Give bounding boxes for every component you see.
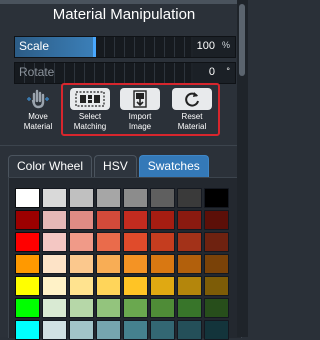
section-divider [0, 145, 248, 146]
swatch-cell[interactable] [15, 276, 40, 296]
swatch-cell[interactable] [123, 188, 148, 208]
swatch-cell[interactable] [42, 320, 67, 340]
rotate-value-field[interactable]: 0 ° [193, 63, 235, 83]
swatch-cell[interactable] [150, 188, 175, 208]
swatch-cell[interactable] [69, 254, 94, 274]
swatch-cell[interactable] [177, 276, 202, 296]
swatch-cell[interactable] [69, 210, 94, 230]
swatch-cell[interactable] [69, 320, 94, 340]
swatch-cell[interactable] [123, 232, 148, 252]
swatch-cell[interactable] [150, 210, 175, 230]
scale-value: 100 [196, 40, 215, 52]
swatch-cell[interactable] [150, 298, 175, 318]
scale-unit: % [221, 40, 230, 50]
swatch-cell[interactable] [42, 254, 67, 274]
swatch-cell[interactable] [177, 320, 202, 340]
swatch-cell[interactable] [15, 188, 40, 208]
swatch-cell[interactable] [15, 232, 40, 252]
scale-value-field[interactable]: 100 % [193, 37, 235, 57]
swatch-cell[interactable] [123, 320, 148, 340]
swatch-cell[interactable] [96, 210, 121, 230]
swatch-cell[interactable] [150, 320, 175, 340]
move-material-label-l2: Material [23, 122, 53, 131]
swatch-cell[interactable] [96, 276, 121, 296]
swatch-cell[interactable] [96, 254, 121, 274]
move-material-label: Move Material [13, 112, 63, 132]
swatch-cell[interactable] [150, 232, 175, 252]
scale-label: Scale [19, 39, 50, 53]
swatch-cell[interactable] [69, 232, 94, 252]
swatch-cell[interactable] [177, 254, 202, 274]
swatch-cell[interactable] [42, 232, 67, 252]
swatches-panel [8, 177, 242, 340]
color-tabs: Color Wheel HSV Swatches [8, 155, 209, 177]
swatch-cell[interactable] [96, 188, 121, 208]
swatch-cell[interactable] [177, 210, 202, 230]
swatch-cell[interactable] [177, 298, 202, 318]
swatch-cell[interactable] [42, 298, 67, 318]
tab-swatches[interactable]: Swatches [138, 155, 209, 177]
scale-slider[interactable]: Scale 100 % [14, 36, 236, 58]
swatch-cell[interactable] [123, 298, 148, 318]
rotate-slider[interactable]: Rotate 0 ° [14, 62, 236, 84]
top-border [0, 0, 248, 4]
swatch-cell[interactable] [177, 232, 202, 252]
material-panel: Material Manipulation Scale 100 % Rotate… [0, 0, 248, 340]
swatch-cell[interactable] [15, 254, 40, 274]
tool-highlight-box [61, 83, 220, 136]
panel-title: Material Manipulation [52, 6, 196, 23]
move-material-button[interactable]: Move Material [13, 86, 63, 134]
rotate-unit: ° [226, 66, 230, 76]
swatch-cell[interactable] [177, 188, 202, 208]
scrollbar-thumb[interactable] [239, 4, 245, 76]
swatch-cell[interactable] [204, 298, 229, 318]
swatch-cell[interactable] [204, 320, 229, 340]
rotate-value: 0 [208, 66, 215, 78]
swatch-cell[interactable] [15, 320, 40, 340]
swatch-cell[interactable] [150, 276, 175, 296]
swatch-cell[interactable] [96, 232, 121, 252]
swatch-cell[interactable] [150, 254, 175, 274]
move-hand-icon [18, 88, 58, 110]
tab-hsv[interactable]: HSV [94, 155, 137, 177]
rotate-label: Rotate [19, 65, 55, 79]
swatch-cell[interactable] [204, 276, 229, 296]
swatch-cell[interactable] [123, 276, 148, 296]
tab-color-wheel[interactable]: Color Wheel [8, 155, 93, 177]
swatch-cell[interactable] [204, 232, 229, 252]
swatch-cell[interactable] [42, 276, 67, 296]
swatch-cell[interactable] [96, 320, 121, 340]
swatch-cell[interactable] [96, 298, 121, 318]
swatch-cell[interactable] [15, 298, 40, 318]
swatch-grid [15, 188, 229, 340]
swatch-cell[interactable] [69, 276, 94, 296]
swatch-cell[interactable] [204, 254, 229, 274]
scale-thumb[interactable] [93, 37, 96, 57]
swatch-cell[interactable] [204, 188, 229, 208]
swatch-cell[interactable] [123, 210, 148, 230]
swatch-cell[interactable] [42, 188, 67, 208]
swatch-cell[interactable] [69, 188, 94, 208]
move-material-label-l1: Move [28, 112, 48, 121]
swatch-cell[interactable] [123, 254, 148, 274]
swatch-cell[interactable] [42, 210, 67, 230]
swatch-cell[interactable] [204, 210, 229, 230]
swatch-cell[interactable] [15, 210, 40, 230]
swatch-cell[interactable] [69, 298, 94, 318]
